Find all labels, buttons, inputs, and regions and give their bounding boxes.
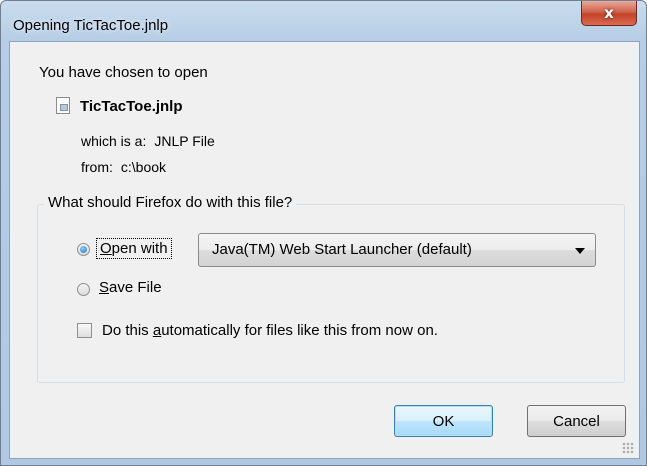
window-title: Opening TicTacToe.jnlp (13, 17, 169, 34)
auto-label-after: utomatically for files like this from no… (161, 322, 438, 339)
resize-grip[interactable] (622, 442, 634, 454)
chosen-label: You have chosen to open (39, 64, 208, 81)
title-bar[interactable]: Opening TicTacToe.jnlp x (1, 1, 646, 41)
cancel-button-label: Cancel (553, 412, 600, 430)
dialog-content: You have chosen to open TicTacToe.jnlp w… (9, 41, 640, 459)
save-file-radio[interactable] (77, 283, 90, 296)
save-file-label-rest: ave File (109, 279, 162, 296)
chevron-down-icon (575, 248, 585, 254)
file-source-label: from: (81, 159, 113, 175)
save-file-mnemonic: S (99, 279, 110, 296)
auto-checkbox-label[interactable]: Do this automatically for files like thi… (102, 322, 438, 339)
close-icon: x (604, 4, 614, 22)
file-icon (56, 97, 70, 114)
ok-button-label: OK (432, 412, 455, 430)
save-file-label[interactable]: Save File (99, 279, 162, 296)
auto-checkbox[interactable] (77, 323, 92, 338)
action-group-title: What should Firefox do with this file? (44, 194, 297, 211)
application-select[interactable]: Java(TM) Web Start Launcher (default) (198, 233, 596, 267)
ok-button[interactable]: OK (394, 405, 493, 437)
auto-label-before: Do this (102, 322, 153, 339)
open-with-mnemonic: O (100, 240, 112, 257)
dialog-window: Opening TicTacToe.jnlp x You have chosen… (0, 0, 647, 466)
file-source-row: from: c:\book (81, 159, 166, 175)
file-type-row: which is a: JNLP File (81, 133, 215, 149)
application-select-value: Java(TM) Web Start Launcher (default) (212, 241, 472, 258)
file-type-label: which is a: (81, 133, 147, 149)
file-name: TicTacToe.jnlp (80, 98, 183, 115)
cancel-button[interactable]: Cancel (527, 405, 626, 437)
open-with-label[interactable]: Open with (96, 238, 172, 259)
open-with-radio[interactable] (77, 243, 90, 256)
close-button[interactable]: x (581, 1, 637, 26)
file-source-value: c:\book (120, 159, 167, 175)
open-with-label-rest: pen with (111, 240, 168, 257)
auto-label-mnemonic: a (152, 322, 162, 339)
file-type-value: JNLP File (154, 133, 215, 149)
